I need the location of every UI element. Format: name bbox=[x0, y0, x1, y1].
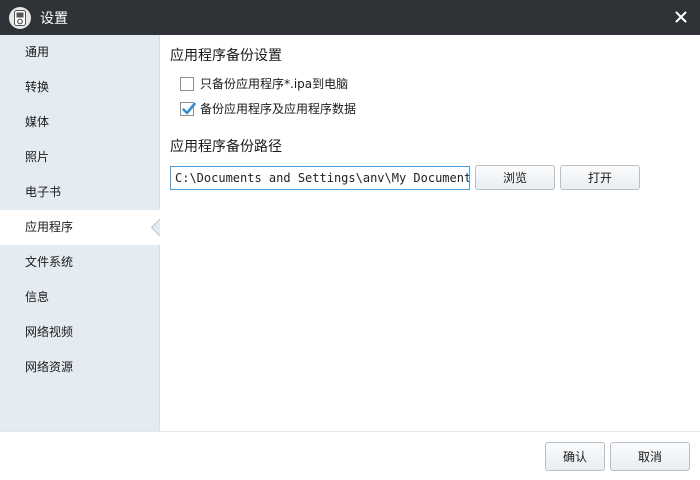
ok-button[interactable]: 确认 bbox=[545, 442, 605, 471]
close-button[interactable] bbox=[672, 8, 690, 26]
browse-button[interactable]: 浏览 bbox=[475, 165, 555, 190]
sidebar-item-convert[interactable]: 转换 bbox=[0, 70, 159, 105]
backup-settings-title: 应用程序备份设置 bbox=[170, 48, 282, 64]
sidebar-item-ebooks[interactable]: 电子书 bbox=[0, 175, 159, 210]
title-bar: 设置 bbox=[0, 0, 700, 35]
sidebar-item-photos[interactable]: 照片 bbox=[0, 140, 159, 175]
ipa-only-checkbox[interactable] bbox=[180, 76, 194, 91]
sidebar-item-label: 网络资源 bbox=[25, 360, 74, 374]
window-title: 设置 bbox=[40, 10, 68, 27]
dialog-footer: 确认 取消 bbox=[0, 431, 700, 480]
sidebar-item-label: 照片 bbox=[25, 150, 50, 164]
option-with-data-row[interactable]: 备份应用程序及应用程序数据 bbox=[180, 100, 356, 117]
sidebar-item-general[interactable]: 通用 bbox=[0, 35, 159, 70]
close-icon bbox=[675, 11, 687, 23]
sidebar-item-web-resources[interactable]: 网络资源 bbox=[0, 350, 159, 385]
with-data-label: 备份应用程序及应用程序数据 bbox=[200, 102, 357, 116]
sidebar-item-filesystem[interactable]: 文件系统 bbox=[0, 245, 159, 280]
sidebar-item-label: 媒体 bbox=[25, 115, 50, 129]
with-data-checkbox[interactable] bbox=[180, 101, 196, 116]
ipa-only-label: 只备份应用程序*.ipa到电脑 bbox=[200, 77, 349, 91]
selection-notch-icon bbox=[151, 219, 160, 236]
ipod-icon bbox=[9, 6, 31, 29]
checkmark-icon bbox=[182, 102, 196, 114]
sidebar-item-media[interactable]: 媒体 bbox=[0, 105, 159, 140]
backup-path-input[interactable]: C:\Documents and Settings\anv\My Documen… bbox=[170, 166, 470, 190]
sidebar-item-label: 文件系统 bbox=[25, 255, 74, 269]
settings-panel: 应用程序备份设置 只备份应用程序*.ipa到电脑 备份应用程序及应用程序数据 应… bbox=[161, 35, 700, 431]
sidebar-item-label: 信息 bbox=[25, 290, 50, 304]
sidebar-item-label: 通用 bbox=[25, 45, 50, 59]
sidebar-item-label: 网络视频 bbox=[25, 325, 74, 339]
open-button[interactable]: 打开 bbox=[560, 165, 640, 190]
sidebar-item-messages[interactable]: 信息 bbox=[0, 280, 159, 315]
sidebar-item-label: 转换 bbox=[25, 80, 50, 94]
sidebar-item-label: 应用程序 bbox=[25, 220, 74, 234]
backup-path-title: 应用程序备份路径 bbox=[170, 139, 282, 155]
sidebar-item-apps[interactable]: 应用程序 bbox=[0, 210, 160, 245]
sidebar: 通用 转换 媒体 照片 电子书 应用程序 文件系统 信息 网络视频 网络资源 bbox=[0, 35, 160, 431]
sidebar-item-web-video[interactable]: 网络视频 bbox=[0, 315, 159, 350]
sidebar-item-label: 电子书 bbox=[25, 185, 62, 199]
option-ipa-only-row[interactable]: 只备份应用程序*.ipa到电脑 bbox=[180, 75, 348, 92]
cancel-button[interactable]: 取消 bbox=[610, 442, 690, 471]
